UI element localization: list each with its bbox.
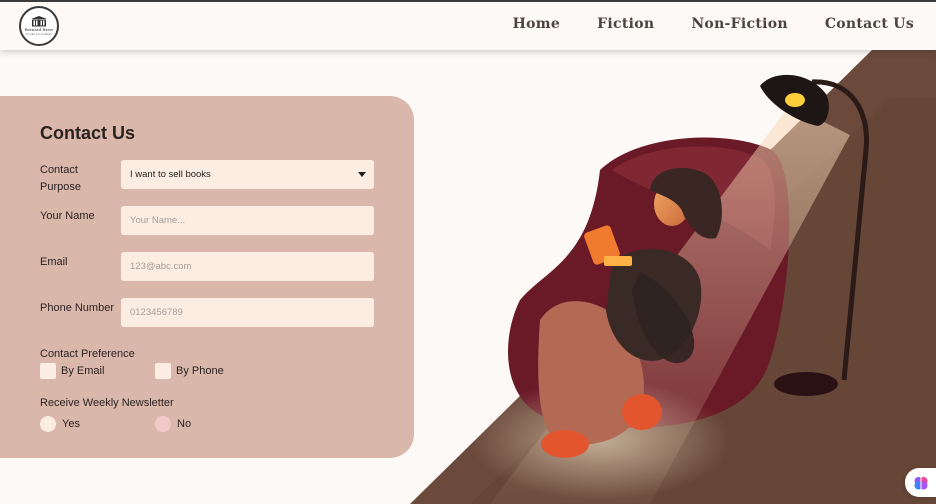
brand-logo[interactable]: Bernard Brew books for friends [19,6,59,46]
top-navbar: Bernard Brew books for friends Home Fict… [0,0,936,50]
by-phone-option[interactable]: By Phone [155,363,224,379]
main-nav: Home Fiction Non-Fiction Contact Us [513,16,914,32]
by-email-checkbox[interactable] [40,363,56,379]
book-pages [604,256,632,266]
newsletter-label: Receive Weekly Newsletter [40,397,174,409]
preference-label: Contact Preference [40,348,135,360]
brand-tagline: books for friends [26,32,52,36]
form-title: Contact Us [40,123,136,143]
purpose-select[interactable]: I want to sell books [121,160,374,189]
phone-input[interactable]: 0123456789 [121,298,374,327]
by-phone-checkbox[interactable] [155,363,171,379]
assistant-brain-icon [914,476,927,489]
newsletter-no-radio[interactable] [155,416,171,432]
email-row: Email 123@abc.com [40,252,380,298]
newsletter-no-label: No [177,418,192,430]
newsletter-options: Yes No [40,412,380,432]
by-email-option[interactable]: By Email [40,363,104,379]
phone-row: Phone Number 0123456789 [40,298,380,344]
woman-foot-left [541,430,589,458]
dropdown-caret-icon [358,172,366,177]
nav-fiction-link[interactable]: Fiction [597,16,654,32]
purpose-label: Contact Purpose [40,164,81,193]
nav-non-fiction-link[interactable]: Non-Fiction [691,16,788,32]
contact-form: Contact Us Contact Purpose I want to sel… [40,123,380,432]
newsletter-yes-option[interactable]: Yes [40,416,80,432]
nav-home-link[interactable]: Home [513,16,561,32]
assistant-button[interactable] [905,468,936,497]
newsletter-yes-label: Yes [62,418,80,430]
email-input[interactable]: 123@abc.com [121,252,374,281]
contact-form-card: Contact Us Contact Purpose I want to sel… [0,96,414,458]
preference-options: By Email By Phone [40,363,380,393]
woman-foot-right [622,394,662,430]
lamp-base [774,372,838,396]
by-phone-label: By Phone [176,365,224,377]
phone-label: Phone Number [40,302,114,314]
name-input[interactable]: Your Name... [121,206,374,235]
by-email-label: By Email [61,365,105,377]
purpose-select-value: I want to sell books [130,169,211,180]
email-label: Email [40,256,68,268]
lamp-bulb [785,93,805,107]
nav-contact-link[interactable]: Contact Us [825,16,914,32]
bookshelf-logo-icon [31,16,47,27]
purpose-row: Contact Purpose I want to sell books [40,160,380,206]
name-row: Your Name Your Name... [40,206,380,252]
name-label: Your Name [40,210,95,222]
newsletter-yes-radio[interactable] [40,416,56,432]
newsletter-no-option[interactable]: No [155,416,191,432]
